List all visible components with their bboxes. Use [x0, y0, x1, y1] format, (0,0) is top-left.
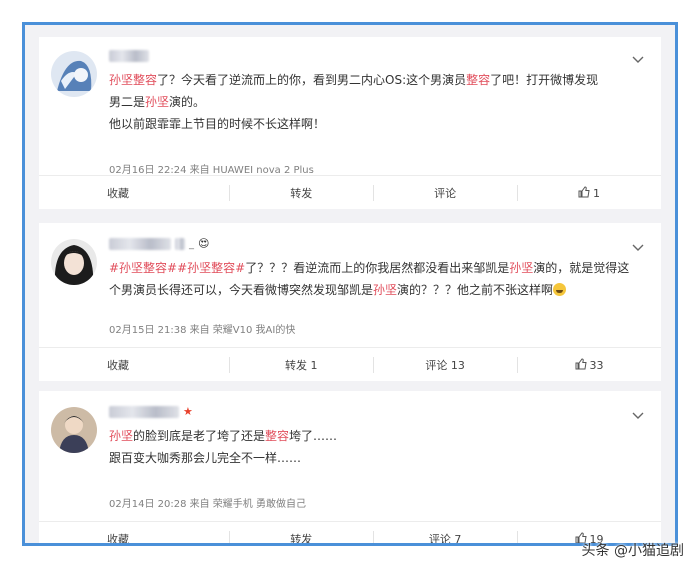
text-segment: 演的，就是觉得这: [533, 261, 630, 275]
post-text-line: 跟百变大咖秀那会儿完全不一样……: [109, 447, 635, 469]
post-actions: 收藏 转发 评论 7 19: [39, 521, 661, 543]
chevron-down-icon[interactable]: [631, 241, 645, 255]
post-text-line: 他以前跟霏霏上节目的时候不长这样啊！: [109, 113, 635, 135]
username-blurred[interactable]: [109, 49, 179, 63]
text-segment: 的脸到底是老了垮了还是: [133, 429, 266, 443]
text-segment: 了？？？看逆流而上的你我居然都没看出来邹凯是: [245, 261, 510, 275]
post-card: 孙坚整容了？今天看了逆流而上的你，看到男二内心OS:这个男演员整容了吧！打开微博…: [39, 37, 661, 209]
keyword-link[interactable]: 孙坚整容: [109, 73, 157, 87]
avatar[interactable]: [51, 51, 97, 97]
keyword-link[interactable]: #孙坚整容#: [109, 261, 177, 275]
post-card: ★ 孙坚的脸到底是老了垮了还是整容垮了…… 跟百变大咖秀那会儿完全不一样…… 02…: [39, 391, 661, 543]
comment-button[interactable]: 评论 13: [373, 348, 517, 382]
avatar[interactable]: [51, 407, 97, 453]
like-button[interactable]: 33: [517, 348, 661, 382]
post-text-line: 男二是孙坚演的。: [109, 91, 635, 113]
comment-button[interactable]: 评论 7: [373, 522, 517, 543]
text-segment: 了？今天看了逆流而上的你，看到男二内心OS:这个男演员: [157, 73, 467, 87]
text-segment: 了吧！打开微博发现: [490, 73, 599, 87]
text-segment: 垮了……: [289, 429, 338, 443]
username-blurred[interactable]: ★: [109, 405, 209, 419]
post-meta: 02月16日 22:24 来自 HUAWEI nova 2 Plus: [109, 165, 314, 176]
post-meta: 02月15日 21:38 来自 荣耀V10 我AI的快: [109, 325, 296, 336]
badge-icon: 😍: [198, 237, 210, 250]
thumbs-up-icon: [575, 357, 587, 373]
repost-button[interactable]: 转发: [229, 522, 373, 543]
username-blurred[interactable]: _ 😍: [109, 237, 229, 251]
star-icon: ★: [183, 405, 193, 418]
text-segment: 演的？？？他之前不张这样啊: [397, 283, 554, 297]
post-text: #孙坚整容##孙坚整容#了？？？看逆流而上的你我居然都没看出来邹凯是孙坚演的，就…: [109, 257, 635, 301]
repost-button[interactable]: 转发 1: [229, 348, 373, 382]
like-button[interactable]: 1: [517, 176, 661, 210]
collect-button[interactable]: 收藏: [39, 348, 229, 382]
post-text-line: 个男演员长得还可以，今天看微博突然发现邹凯是孙坚演的？？？他之前不张这样啊: [109, 279, 635, 301]
watermark: 头条 @小猫追剧: [581, 543, 684, 559]
keyword-link[interactable]: 孙坚: [109, 429, 133, 443]
chevron-down-icon[interactable]: [631, 53, 645, 67]
keyword-link[interactable]: 整容: [466, 73, 490, 87]
repost-button[interactable]: 转发: [229, 176, 373, 210]
text-segment: 他以前跟霏霏上节目的时候不长这样啊！: [109, 117, 326, 131]
comment-button[interactable]: 评论: [373, 176, 517, 210]
keyword-link[interactable]: 孙坚: [373, 283, 397, 297]
post-text: 孙坚整容了？今天看了逆流而上的你，看到男二内心OS:这个男演员整容了吧！打开微博…: [109, 69, 635, 135]
emoji-icon: [553, 283, 567, 296]
thumbs-up-icon: [578, 185, 590, 201]
keyword-link[interactable]: 孙坚: [145, 95, 169, 109]
keyword-link[interactable]: 孙坚: [509, 261, 533, 275]
collect-button[interactable]: 收藏: [39, 176, 229, 210]
post-card: _ 😍 #孙坚整容##孙坚整容#了？？？看逆流而上的你我居然都没看出来邹凯是孙坚…: [39, 223, 661, 381]
text-segment: 男二是: [109, 95, 146, 109]
chevron-down-icon[interactable]: [631, 409, 645, 423]
keyword-link[interactable]: 整容: [265, 429, 289, 443]
post-text-line: 孙坚的脸到底是老了垮了还是整容垮了……: [109, 425, 635, 447]
text-segment: 个男演员长得还可以，今天看微博突然发现邹凯是: [109, 283, 374, 297]
collect-button[interactable]: 收藏: [39, 522, 229, 543]
text-segment: 跟百变大咖秀那会儿完全不一样……: [109, 451, 302, 465]
post-text-line: 孙坚整容了？今天看了逆流而上的你，看到男二内心OS:这个男演员整容了吧！打开微博…: [109, 69, 635, 91]
post-actions: 收藏 转发 评论 1: [39, 175, 661, 210]
post-actions: 收藏 转发 1 评论 13 33: [39, 347, 661, 382]
text-segment: 演的。: [169, 95, 206, 109]
post-meta: 02月14日 20:28 来自 荣耀手机 勇敢做自己: [109, 499, 306, 510]
weibo-feed-frame: 孙坚整容了？今天看了逆流而上的你，看到男二内心OS:这个男演员整容了吧！打开微博…: [22, 22, 678, 546]
keyword-link[interactable]: #孙坚整容#: [177, 261, 245, 275]
post-text: 孙坚的脸到底是老了垮了还是整容垮了…… 跟百变大咖秀那会儿完全不一样……: [109, 425, 635, 469]
avatar[interactable]: [51, 239, 97, 285]
post-text-line: #孙坚整容##孙坚整容#了？？？看逆流而上的你我居然都没看出来邹凯是孙坚演的，就…: [109, 257, 635, 279]
